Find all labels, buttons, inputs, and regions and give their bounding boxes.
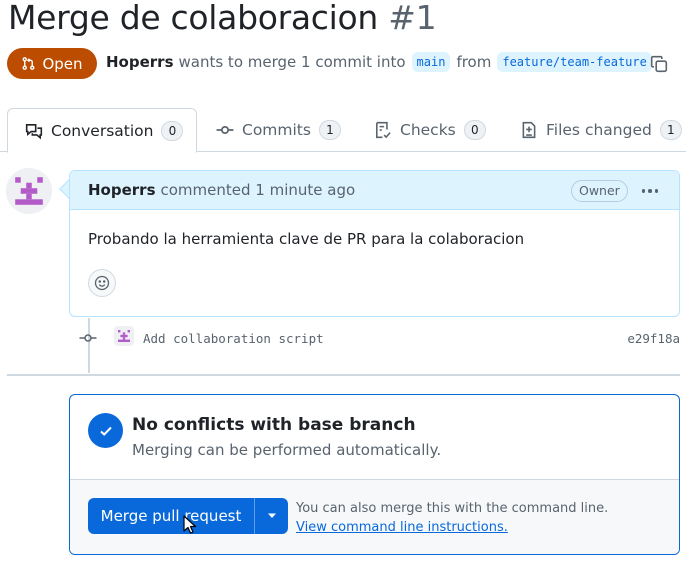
comment-action: commented	[160, 181, 251, 199]
git-commit-icon	[79, 334, 97, 342]
comment-time-link[interactable]: 1 minute ago	[255, 181, 355, 199]
pr-meta: Hoperrs wants to merge 1 commit into mai…	[106, 52, 658, 72]
pr-number: #1	[388, 0, 437, 37]
tab-conversation[interactable]: Conversation 0	[7, 108, 197, 153]
merge-actions: Merge pull request You can also merge th…	[70, 480, 679, 554]
base-branch-label[interactable]: main	[411, 52, 451, 72]
merge-status-title: No conflicts with base branch	[132, 415, 416, 435]
commit-author-avatar[interactable]	[114, 326, 134, 346]
commit-sha-link[interactable]: e29f18a	[627, 331, 680, 346]
comment-box: Hoperrs commented 1 minute ago Owner Pro…	[69, 170, 680, 317]
kebab-menu-icon[interactable]	[638, 179, 662, 203]
merge-status-section: No conflicts with base branch Merging ca…	[70, 395, 679, 480]
tab-label: Files changed	[546, 121, 652, 139]
triangle-down-icon	[267, 513, 276, 518]
tab-label: Commits	[242, 121, 311, 139]
commit-message-link[interactable]: Add collaboration script	[143, 331, 324, 346]
checklist-icon	[376, 121, 391, 139]
head-branch-label[interactable]: feature/team-feature	[497, 52, 652, 72]
tab-counter: 0	[463, 120, 486, 140]
owner-badge: Owner	[571, 180, 628, 202]
comment-body: Probando la herramienta clave de PR para…	[88, 230, 525, 248]
merge-options-dropdown[interactable]	[254, 498, 288, 534]
state-label: Open	[42, 54, 83, 73]
tab-counter: 1	[318, 120, 341, 140]
git-pull-request-icon	[23, 57, 35, 70]
merge-status-subtitle: Merging can be performed automatically.	[132, 441, 442, 459]
cli-instructions-link[interactable]: View command line instructions.	[296, 518, 608, 537]
tab-label: Conversation	[51, 121, 154, 140]
tab-commits[interactable]: Commits 1	[216, 108, 341, 152]
tab-files-changed[interactable]: Files changed 1	[520, 108, 682, 152]
comment-discussion-icon	[25, 123, 43, 139]
tab-label: Checks	[400, 121, 456, 139]
comment-author-link[interactable]: Hoperrs	[88, 181, 156, 199]
page-title: Merge de colaboracion #1	[8, 0, 437, 37]
file-diff-icon	[522, 121, 536, 139]
copy-icon[interactable]	[650, 55, 668, 73]
comment-header: Hoperrs commented 1 minute ago Owner	[70, 171, 679, 210]
smiley-icon	[94, 275, 110, 291]
tab-checks[interactable]: Checks 0	[374, 108, 486, 152]
cli-hint-text: You can also merge this with the command…	[296, 501, 609, 516]
check-circle-icon	[88, 413, 123, 448]
pr-title: Merge de colaboracion	[8, 0, 379, 37]
mouse-cursor-icon	[183, 515, 197, 534]
git-commit-icon	[216, 126, 234, 134]
timeline-separator	[7, 374, 680, 376]
add-reaction-button[interactable]	[88, 269, 116, 297]
tab-counter: 1	[659, 120, 682, 140]
pr-tabs: Conversation 0 Commits 1 Checks 0 Files …	[0, 108, 686, 153]
cli-hint: You can also merge this with the command…	[296, 499, 608, 537]
open-state-badge: Open	[7, 48, 97, 79]
avatar[interactable]	[6, 168, 52, 214]
pr-author-link[interactable]: Hoperrs	[106, 53, 174, 71]
merge-pull-request-button[interactable]: Merge pull request	[88, 498, 254, 534]
from-text: from	[456, 53, 492, 71]
merge-box: No conflicts with base branch Merging ca…	[69, 394, 680, 555]
tab-counter: 0	[161, 120, 184, 141]
identicon-image	[6, 168, 52, 214]
pr-summary-text: wants to merge 1 commit into	[178, 53, 406, 71]
